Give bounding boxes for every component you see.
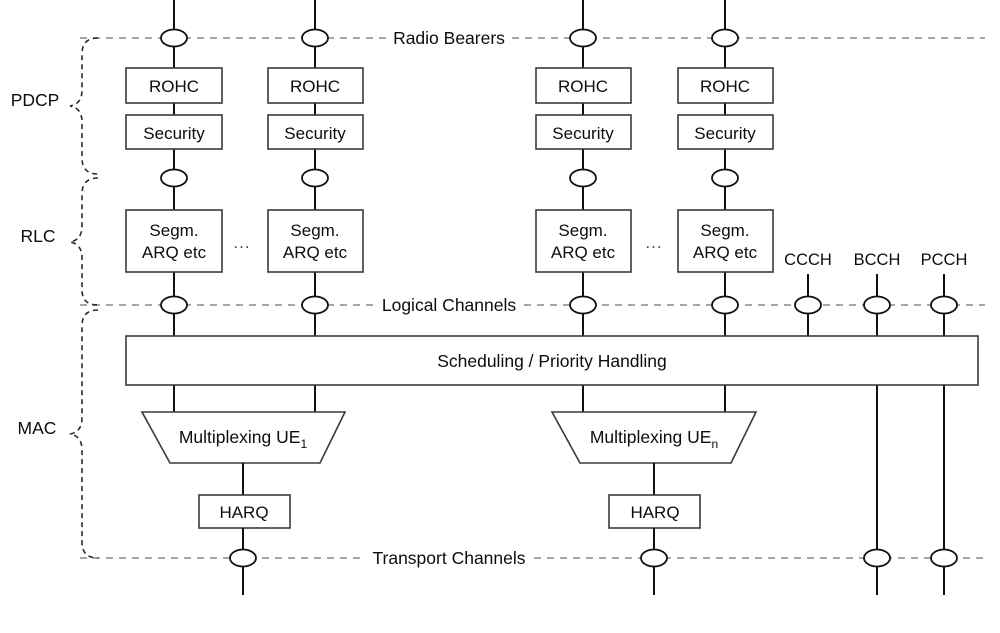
multiplexer-uen: Multiplexing UEn HARQ <box>550 411 758 595</box>
divider-radio-bearers-label: Radio Bearers <box>393 28 505 48</box>
layer-label-rlc: RLC <box>20 226 55 246</box>
sap-radio-bearer-c1 <box>160 28 188 48</box>
block-rlc-label-line2-c4: ARQ etc <box>693 243 758 262</box>
sap-pdcp-rlc-c1 <box>160 168 188 188</box>
brace-mac: MAC <box>18 309 99 559</box>
brace-rlc: RLC <box>20 177 99 306</box>
block-rlc-c2 <box>267 209 364 273</box>
divider-transport-channels-label: Transport Channels <box>372 548 525 568</box>
control-channel-label-pcch: PCCH <box>921 251 968 269</box>
block-security-label-c2: Security <box>284 124 346 143</box>
sap-logical-channel-c1 <box>160 295 188 315</box>
block-rlc-label-line2-c3: ARQ etc <box>551 243 616 262</box>
multiplexer-ue1: Multiplexing UE1 HARQ <box>140 411 347 595</box>
block-rohc-label-c1: ROHC <box>149 77 199 96</box>
mux-uen-label-text: Multiplexing UE <box>590 427 712 447</box>
block-rlc-c3 <box>535 209 632 273</box>
sap-pdcp-rlc-c3 <box>569 168 597 188</box>
sap-logical-channel-bcch <box>863 295 891 315</box>
block-harq-label-uen: HARQ <box>630 503 679 522</box>
sap-pdcp-rlc-c4 <box>711 168 739 188</box>
sap-radio-bearer-c4 <box>711 28 739 48</box>
sap-transport-channel-pcch <box>930 548 958 568</box>
block-rohc-label-c2: ROHC <box>290 77 340 96</box>
lte-layer2-diagram: Radio Bearers Logical Channels Transport… <box>0 0 1000 633</box>
control-channel-pcch: PCCH <box>921 251 968 595</box>
layer-label-mac: MAC <box>18 418 57 438</box>
control-channel-bcch: BCCH <box>854 251 901 595</box>
block-security-label-c1: Security <box>143 124 205 143</box>
sap-radio-bearer-c2 <box>301 28 329 48</box>
block-rlc-c1 <box>125 209 223 273</box>
sap-pdcp-rlc-c2 <box>301 168 329 188</box>
ellipsis-between-uen-bearers: ... <box>645 233 662 252</box>
mux-ue1-subscript: 1 <box>300 437 307 451</box>
block-security-label-c4: Security <box>694 124 756 143</box>
block-harq-label-ue1: HARQ <box>219 503 268 522</box>
divider-radio-bearers-group: Radio Bearers <box>80 28 985 48</box>
brace-pdcp: PDCP <box>11 37 99 175</box>
block-rlc-label-line1-c2: Segm. <box>290 221 339 240</box>
scheduler-label: Scheduling / Priority Handling <box>437 351 667 371</box>
mux-uen-subscript: n <box>711 437 718 451</box>
block-security-label-c3: Security <box>552 124 614 143</box>
sap-transport-channel-ue1 <box>229 548 257 568</box>
sap-radio-bearer-c3 <box>569 28 597 48</box>
divider-transport-channels-group: Transport Channels <box>80 548 985 568</box>
ellipsis-between-ue1-bearers: ... <box>233 233 250 252</box>
divider-logical-channels-label: Logical Channels <box>382 295 517 315</box>
block-rlc-label-line2-c1: ARQ etc <box>142 243 207 262</box>
scheduler-block: Scheduling / Priority Handling <box>125 335 979 386</box>
block-rohc-label-c3: ROHC <box>558 77 608 96</box>
layer-label-pdcp: PDCP <box>11 90 60 110</box>
sap-logical-channel-pcch <box>930 295 958 315</box>
block-rlc-label-line1-c4: Segm. <box>700 221 749 240</box>
diagram-canvas: Radio Bearers Logical Channels Transport… <box>11 0 985 595</box>
block-rlc-label-line1-c3: Segm. <box>558 221 607 240</box>
block-rlc-label-line2-c2: ARQ etc <box>283 243 348 262</box>
block-rohc-label-c4: ROHC <box>700 77 750 96</box>
sap-transport-channel-bcch <box>863 548 891 568</box>
divider-logical-channels-group: Logical Channels <box>80 295 985 315</box>
block-rlc-c4 <box>677 209 774 273</box>
sap-logical-channel-ccch <box>794 295 822 315</box>
sap-logical-channel-c2 <box>301 295 329 315</box>
mux-ue1-label-text: Multiplexing UE <box>179 427 301 447</box>
sap-logical-channel-c4 <box>711 295 739 315</box>
control-channel-label-ccch: CCCH <box>784 251 832 269</box>
sap-transport-channel-uen <box>640 548 668 568</box>
control-channel-label-bcch: BCCH <box>854 251 901 269</box>
block-rlc-label-line1-c1: Segm. <box>149 221 198 240</box>
control-channel-ccch: CCCH <box>784 251 832 336</box>
sap-logical-channel-c3 <box>569 295 597 315</box>
